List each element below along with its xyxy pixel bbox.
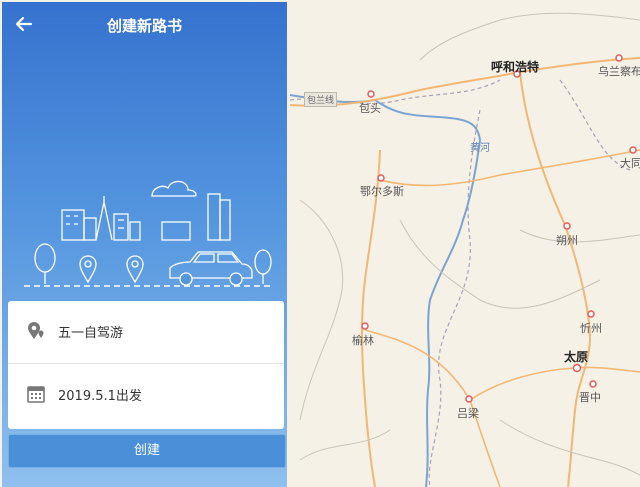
departure-date-value[interactable]: 2019.5.1出发	[58, 385, 142, 404]
map-city-baotou[interactable]: 包头	[359, 100, 381, 116]
map-pin-icon	[28, 322, 44, 339]
roadbook-form-card: 五一自驾游 2019.5.1出发	[8, 301, 284, 429]
create-roadbook-panel: 创建新路书 五一自驾游 2019.5.1出发 创建	[2, 2, 287, 487]
map-city-shuozhou[interactable]: 朔州	[556, 232, 578, 248]
map-city-hohhot[interactable]: 呼和浩特	[491, 58, 539, 75]
map-river-label: 黄河	[470, 143, 490, 154]
page-title: 创建新路书	[106, 17, 182, 35]
map-city-ordos[interactable]: 鄂尔多斯	[360, 183, 404, 199]
calendar-icon	[27, 386, 45, 403]
departure-date-field[interactable]: 2019.5.1出发	[8, 364, 284, 426]
map-city-yulin[interactable]: 榆林	[352, 332, 374, 348]
map-city-taiyuan[interactable]: 太原	[564, 348, 588, 365]
map-city-jinzhong[interactable]: 晋中	[579, 389, 601, 405]
map-city-xinzhou[interactable]: 忻州	[580, 320, 602, 336]
map-city-ulanqab[interactable]: 乌兰察布	[598, 63, 640, 79]
create-button[interactable]: 创建	[8, 434, 286, 468]
trip-name-value[interactable]: 五一自驾游	[58, 322, 123, 341]
map-city-datong[interactable]: 大同	[620, 155, 640, 171]
road-trip-illustration	[24, 180, 272, 287]
map-road-label: 包兰线	[304, 92, 338, 107]
map-city-lvliang[interactable]: 吕梁	[457, 405, 479, 421]
trip-name-field[interactable]: 五一自驾游	[8, 301, 284, 364]
top-bar: 创建新路书	[2, 2, 287, 46]
